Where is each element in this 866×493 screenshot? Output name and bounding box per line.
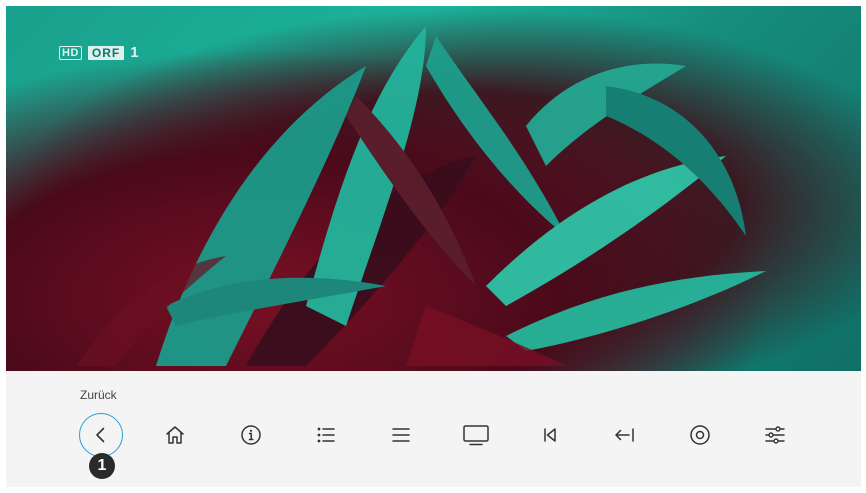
menu-bar [6,371,861,487]
skip-back-button[interactable] [528,413,572,457]
info-icon [241,425,261,445]
focused-item-label: Zurück [80,388,117,402]
hd-badge: HD [59,46,82,60]
list-button[interactable] [304,413,348,457]
menu-icon [392,428,410,442]
channel-logo: HD ORF 1 [59,44,139,61]
settings-sliders-icon [765,426,785,444]
channel-name: ORF [87,46,125,60]
tv-icon [463,425,489,446]
menu-button[interactable] [379,413,423,457]
arrow-left-bar-icon [615,428,634,442]
tv-button[interactable] [454,413,498,457]
back-button[interactable] [79,413,123,457]
tv-screen: HD ORF 1 Zurück 1 [0,0,866,493]
skip-back-icon [544,428,556,442]
info-button[interactable] [229,413,273,457]
record-button[interactable] [678,413,722,457]
home-button[interactable] [153,413,197,457]
step-number-badge: 1 [89,453,115,479]
jump-start-button[interactable] [603,413,647,457]
record-icon [690,425,710,445]
live-video: HD ORF 1 [6,6,861,371]
chevron-left-icon [96,427,105,443]
channel-number: 1 [130,44,139,61]
home-icon [166,426,184,444]
settings-button[interactable] [753,413,797,457]
list-icon [317,427,335,443]
